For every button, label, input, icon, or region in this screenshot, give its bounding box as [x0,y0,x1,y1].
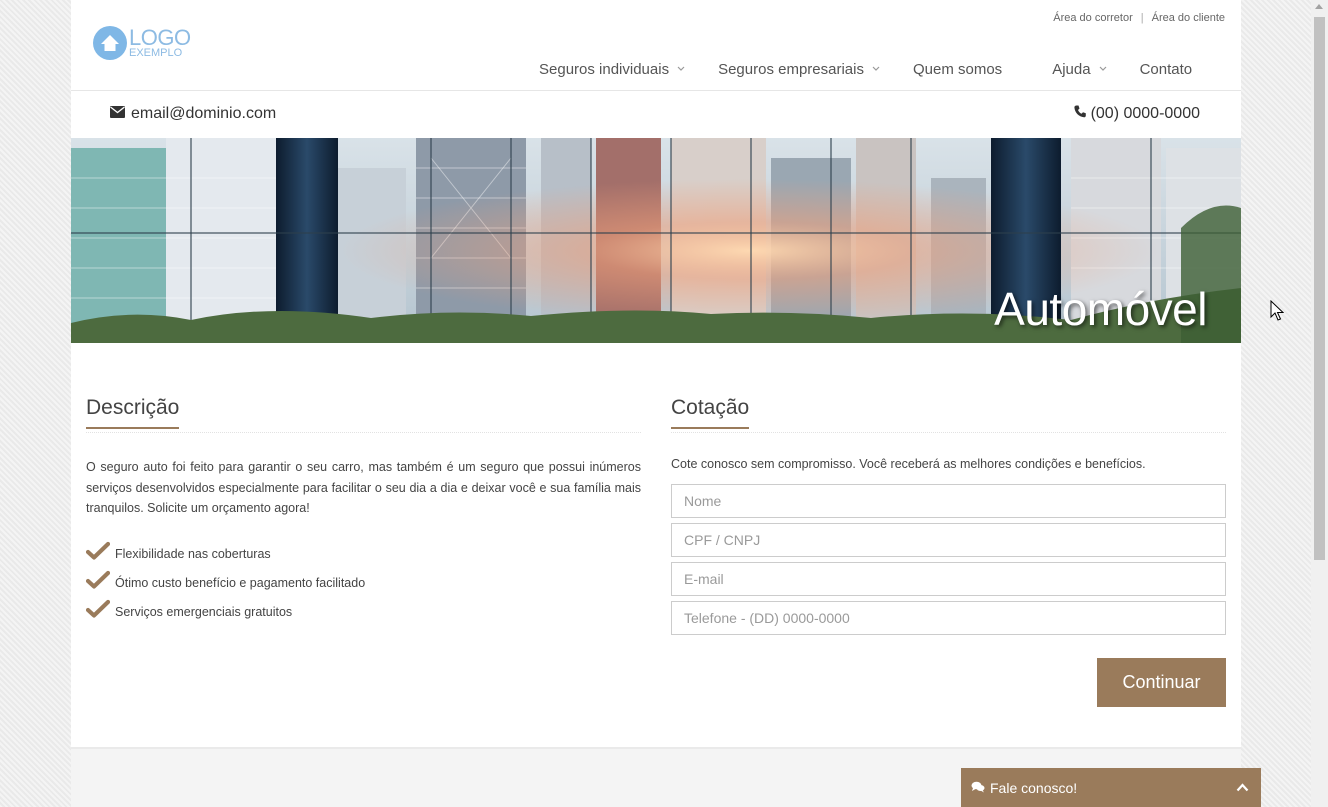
phone-text: (00) 0000-0000 [1090,105,1200,122]
feature-label: Serviços emergenciais gratuitos [115,604,293,619]
top-links: Área do corretor | Área do cliente [1053,12,1225,24]
nav-item-quem-somos[interactable]: Quem somos [913,61,1002,78]
phone-icon [1073,105,1086,123]
email-field[interactable]: E-mail [671,562,1226,596]
contact-bar: email@dominio.com (00) 0000-0000 [71,91,1241,138]
main-nav: Seguros individuais Seguros empresariais… [539,61,1192,78]
nav-label: Seguros empresariais [718,61,864,78]
quote-intro: Cote conosco sem compromisso. Você receb… [671,457,1146,471]
nav-label: Quem somos [912,61,1003,78]
chevron-down-icon [872,64,880,74]
chevron-up-icon[interactable] [1236,779,1249,795]
phone-field[interactable]: Telefone - (DD) 0000-0000 [671,601,1226,635]
quote-section: Cotação Cote conosco sem compromisso. Vo… [671,396,1226,716]
feature-item: Ótimo custo benefício e pagamento facili… [85,561,641,590]
checkmark-icon [85,599,111,619]
nav-label: Ajuda [1052,61,1091,78]
top-link-client-area[interactable]: Área do cliente [1152,12,1225,24]
contact-email[interactable]: email@dominio.com [110,105,276,123]
checkmark-icon [85,541,111,561]
top-links-separator: | [1140,12,1144,24]
chevron-down-icon [677,64,685,74]
logo-main-text: LOGO [129,25,191,50]
chat-label: Fale conosco! [990,779,1078,796]
nav-item-contato[interactable]: Contato [1140,61,1193,78]
scroll-up-arrow-icon[interactable] [1315,4,1323,9]
quote-heading-wrap: Cotação [671,396,1226,433]
description-section: Descrição O seguro auto foi feito para g… [85,396,641,619]
feature-label: Flexibilidade nas coberturas [115,546,271,561]
description-heading: Descrição [86,396,180,429]
chevron-down-icon [1099,64,1107,74]
email-text: email@dominio.com [131,105,277,122]
quote-form: Nome CPF / CNPJ E-mail Telefone - (DD) 0… [671,484,1226,635]
logo[interactable]: LOGO EXEMPLO [93,26,191,60]
scrollbar-thumb[interactable] [1314,17,1325,560]
feature-label: Ótimo custo benefício e pagamento facili… [115,575,366,590]
nav-item-seguros-individuais[interactable]: Seguros individuais [539,61,685,78]
nav-item-ajuda[interactable]: Ajuda [1052,61,1106,78]
chat-bubbles-icon [971,780,985,796]
top-link-broker-area[interactable]: Área do corretor [1053,12,1132,24]
envelope-icon [110,105,125,123]
banner-title: Automóvel [994,283,1207,335]
feature-item: Serviços emergenciais gratuitos [85,590,641,619]
description-heading-wrap: Descrição [86,396,641,433]
mouse-cursor-icon [1270,299,1285,327]
checkmark-icon [85,570,111,590]
nav-label: Seguros individuais [539,61,670,78]
chat-widget[interactable]: Fale conosco! [961,768,1261,807]
continue-button[interactable]: Continuar [1097,658,1226,707]
contact-phone[interactable]: (00) 0000-0000 [1073,105,1200,123]
nav-label: Contato [1139,61,1193,78]
feature-list: Flexibilidade nas coberturas Ótimo custo… [85,532,641,619]
quote-heading: Cotação [671,396,750,429]
site-header: LOGO EXEMPLO Área do corretor | Área do … [71,0,1241,91]
hero-banner: Automóvel [71,138,1241,343]
nav-item-seguros-empresariais[interactable]: Seguros empresariais [718,61,880,78]
page: LOGO EXEMPLO Área do corretor | Área do … [71,0,1241,807]
cpf-cnpj-field[interactable]: CPF / CNPJ [671,523,1226,557]
logo-sub-text: EXEMPLO [129,47,183,59]
page-scrollbar[interactable] [1311,0,1328,807]
name-field[interactable]: Nome [671,484,1226,518]
description-text: O seguro auto foi feito para garantir o … [86,460,641,515]
feature-item: Flexibilidade nas coberturas [85,532,641,561]
house-icon [93,26,127,60]
